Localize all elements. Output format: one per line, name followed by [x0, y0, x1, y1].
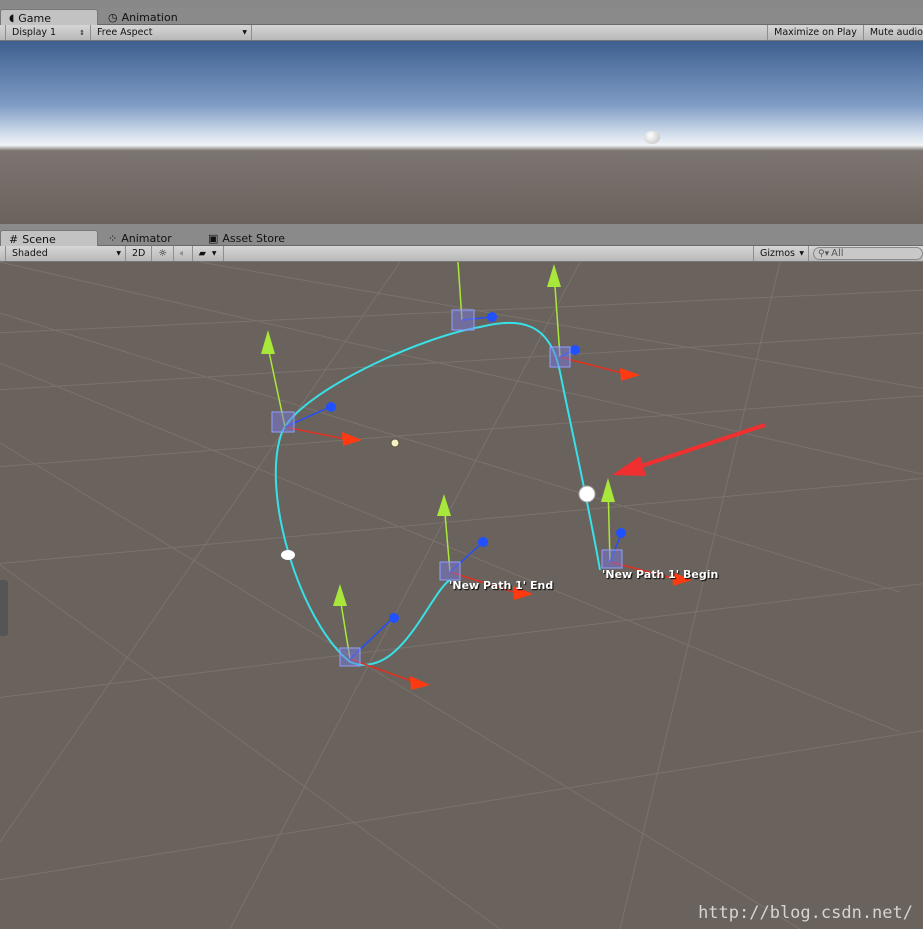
y-axis-arrows: [261, 264, 615, 606]
sphere-object: [644, 131, 660, 144]
dropdown-arrow-icon: ▼: [116, 250, 121, 257]
moving-sphere[interactable]: [578, 485, 596, 503]
dropdown-arrow-icon: ▼: [211, 250, 217, 257]
watermark: http://blog.csdn.net/: [698, 903, 913, 923]
tab-asset-store[interactable]: ▣ Asset Store: [200, 230, 293, 246]
tab-animator[interactable]: ⁘ Animator: [100, 230, 180, 246]
ground-grid: [0, 262, 923, 929]
tab-game[interactable]: ◖ Game: [0, 9, 98, 25]
dropdown-arrow-icon: ▼: [799, 250, 804, 257]
search-icon: ⚲▾: [818, 248, 830, 259]
sun-icon: ☼: [158, 248, 167, 259]
effects-toggle[interactable]: ▰ ▼: [193, 246, 224, 261]
grid-icon: #: [9, 232, 19, 246]
path-end-label: 'New Path 1' End: [449, 579, 554, 592]
audio-toggle[interactable]: 🔈︎: [174, 246, 193, 261]
path-begin-label: 'New Path 1' Begin: [602, 568, 719, 581]
side-handle[interactable]: [0, 580, 8, 636]
scene-view[interactable]: 'New Path 1' End 'New Path 1' Begin http…: [0, 262, 923, 929]
top-toolbar-strip: [0, 0, 923, 8]
scene-toolbar: Shaded ▼ 2D ☼ 🔈︎ ▰ ▼ Gizmos ▼ ⚲▾ All: [0, 246, 923, 262]
tab-scene[interactable]: # Scene: [0, 230, 98, 246]
game-view[interactable]: [0, 41, 923, 224]
camera-icon[interactable]: [281, 550, 295, 560]
lighting-toggle[interactable]: ☼: [152, 246, 174, 261]
bezier-path[interactable]: [274, 321, 601, 666]
dropdown-arrow-icon: ▼: [242, 29, 247, 36]
scene-search-input[interactable]: ⚲▾ All: [813, 247, 923, 260]
bag-icon: ▣: [208, 232, 219, 245]
animator-icon: ⁘: [108, 232, 118, 245]
scene-viewport[interactable]: [0, 262, 923, 929]
shading-mode-select[interactable]: Shaded ▼: [5, 246, 126, 261]
2d-toggle[interactable]: 2D: [126, 246, 153, 261]
updown-icon: ⇕: [79, 28, 85, 37]
path-gizmos: [261, 262, 692, 690]
display-select[interactable]: Display 1 ⇕: [5, 25, 91, 40]
game-toolbar: Display 1 ⇕ Free Aspect ▼ Maximize on Play…: [0, 25, 923, 41]
sun-light-icon[interactable]: [390, 438, 400, 448]
maximize-on-play-toggle[interactable]: Maximize on Play: [767, 25, 864, 40]
game-tab-bar: ◖ Game ◷ Animation: [0, 8, 923, 25]
clock-icon: ◷: [108, 11, 118, 24]
pacman-icon: ◖: [9, 12, 15, 24]
image-icon: ▰: [198, 248, 206, 259]
tab-animation[interactable]: ◷ Animation: [100, 9, 186, 25]
aspect-select[interactable]: Free Aspect ▼: [91, 25, 252, 40]
mute-audio-toggle[interactable]: Mute audio: [864, 25, 923, 40]
scene-tab-bar: # Scene ⁘ Animator ▣ Asset Store: [0, 229, 923, 246]
x-axis-arrows: [342, 368, 692, 690]
annotation-arrow: [612, 423, 766, 476]
speaker-icon: 🔈︎: [179, 248, 186, 259]
gizmos-menu[interactable]: Gizmos ▼: [753, 246, 809, 261]
